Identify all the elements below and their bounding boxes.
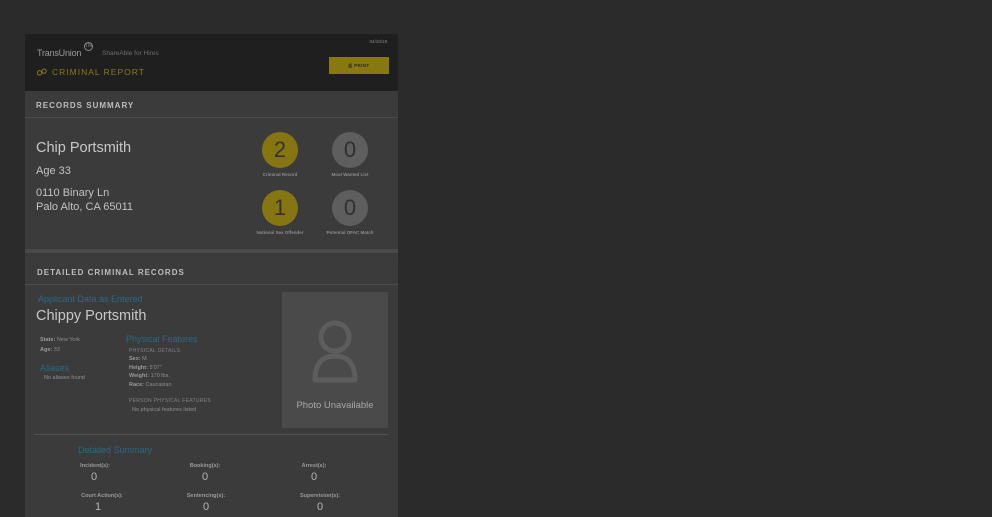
race-label: Race: — [129, 382, 144, 388]
state-row: State: New York — [40, 337, 80, 343]
aliases-heading: Aliases — [40, 363, 70, 373]
sex-value: M — [142, 356, 147, 362]
criminal-record-label: Criminal Record — [262, 172, 298, 177]
physical-features-heading: Physical Features — [126, 334, 198, 344]
height-label: Height: — [129, 365, 148, 371]
ofac-match-label: Potential OFAC Match — [326, 230, 374, 235]
state-label: State: — [40, 337, 56, 343]
report-header: TransUnion TM ShareAble for Hires CRIMIN… — [25, 34, 398, 91]
photo-placeholder: Photo Unavailable — [282, 292, 388, 428]
detailed-summary-heading: Detailed Summary — [78, 445, 153, 455]
divider — [34, 434, 388, 435]
arrests-label: Arrest(s): — [301, 463, 327, 469]
trademark-icon: TM — [84, 42, 93, 51]
report-title-text: CRIMINAL REPORT — [52, 67, 145, 77]
handcuffs-icon — [37, 68, 47, 76]
transunion-logo: TransUnion — [37, 48, 82, 58]
most-wanted-label: Most Wanted List — [331, 172, 369, 177]
sex-row: Sex: M — [129, 356, 147, 362]
weight-row: Weight: 170 lbs. — [129, 373, 170, 379]
race-row: Race: Caucasian — [129, 382, 172, 388]
photo-unavailable-label: Photo Unavailable — [296, 400, 374, 411]
ofac-match-count: 0 — [332, 190, 368, 226]
person-features-value: No physical features listed — [132, 407, 197, 413]
print-label: PRINT — [354, 63, 370, 68]
state-value: New York — [56, 337, 81, 343]
tagline: ShareAble for Hires — [102, 50, 159, 57]
age-label: Age: — [40, 347, 53, 353]
physical-details-label: PHYSICAL DETAILS — [129, 348, 181, 354]
incidents-value: 0 — [90, 471, 98, 483]
person-features-label: PERSON PHYSICAL FEATURES — [129, 398, 211, 404]
applicant-name: Chip Portsmith — [36, 140, 132, 156]
aliases-value: No aliases found — [44, 375, 85, 381]
bookings-label: Booking(s): — [189, 463, 221, 469]
age-row: Age: 33 — [40, 347, 60, 353]
divider — [25, 284, 398, 285]
court-actions-value: 1 — [94, 501, 102, 513]
detailed-records-section: DETAILED CRIMINAL RECORDS Applicant Data… — [25, 257, 398, 517]
most-wanted-count: 0 — [332, 132, 368, 168]
sex-label: Sex: — [129, 356, 141, 362]
weight-value: 170 lbs. — [150, 373, 170, 379]
bookings-value: 0 — [201, 471, 209, 483]
supervisions-label: Supervision(s): — [299, 493, 341, 499]
records-summary-section: RECORDS SUMMARY Chip Portsmith Age 33 01… — [25, 91, 398, 253]
report-title: CRIMINAL REPORT — [37, 67, 145, 77]
applicant-age: Age 33 — [36, 165, 71, 177]
incidents-label: Incident(s): — [80, 463, 110, 469]
weight-label: Weight: — [129, 373, 150, 379]
applicant-entered-name: Chippy Portsmith — [36, 308, 147, 324]
sentencings-value: 0 — [202, 501, 210, 513]
address-line-2: Palo Alto, CA 65011 — [36, 201, 134, 213]
height-row: Height: 5'07" — [129, 365, 162, 371]
court-actions-label: Court Action(s): — [81, 493, 123, 499]
address-line-1: 0110 Binary Ln — [36, 187, 110, 199]
supervisions-value: 0 — [316, 501, 324, 513]
age-value: 33 — [53, 347, 60, 353]
sentencings-label: Sentencing(s): — [186, 493, 226, 499]
race-value: Caucasian — [145, 382, 172, 388]
detailed-records-title: DETAILED CRIMINAL RECORDS — [37, 268, 185, 277]
criminal-report-document: TransUnion TM ShareAble for Hires CRIMIN… — [25, 34, 398, 517]
criminal-record-count: 2 — [262, 132, 298, 168]
applicant-data-heading: Applicant Data as Entered — [38, 294, 143, 304]
report-date: 04/10/18 — [369, 39, 387, 44]
person-silhouette-icon — [312, 320, 358, 383]
sex-offender-label: National Sex Offender — [256, 230, 304, 235]
arrests-value: 0 — [310, 471, 318, 483]
height-value: 5'07" — [149, 365, 162, 371]
records-summary-title: RECORDS SUMMARY — [36, 101, 135, 110]
divider — [25, 117, 398, 118]
sex-offender-count: 1 — [262, 190, 298, 226]
print-button[interactable]: ⎙ PRINT — [329, 57, 389, 74]
